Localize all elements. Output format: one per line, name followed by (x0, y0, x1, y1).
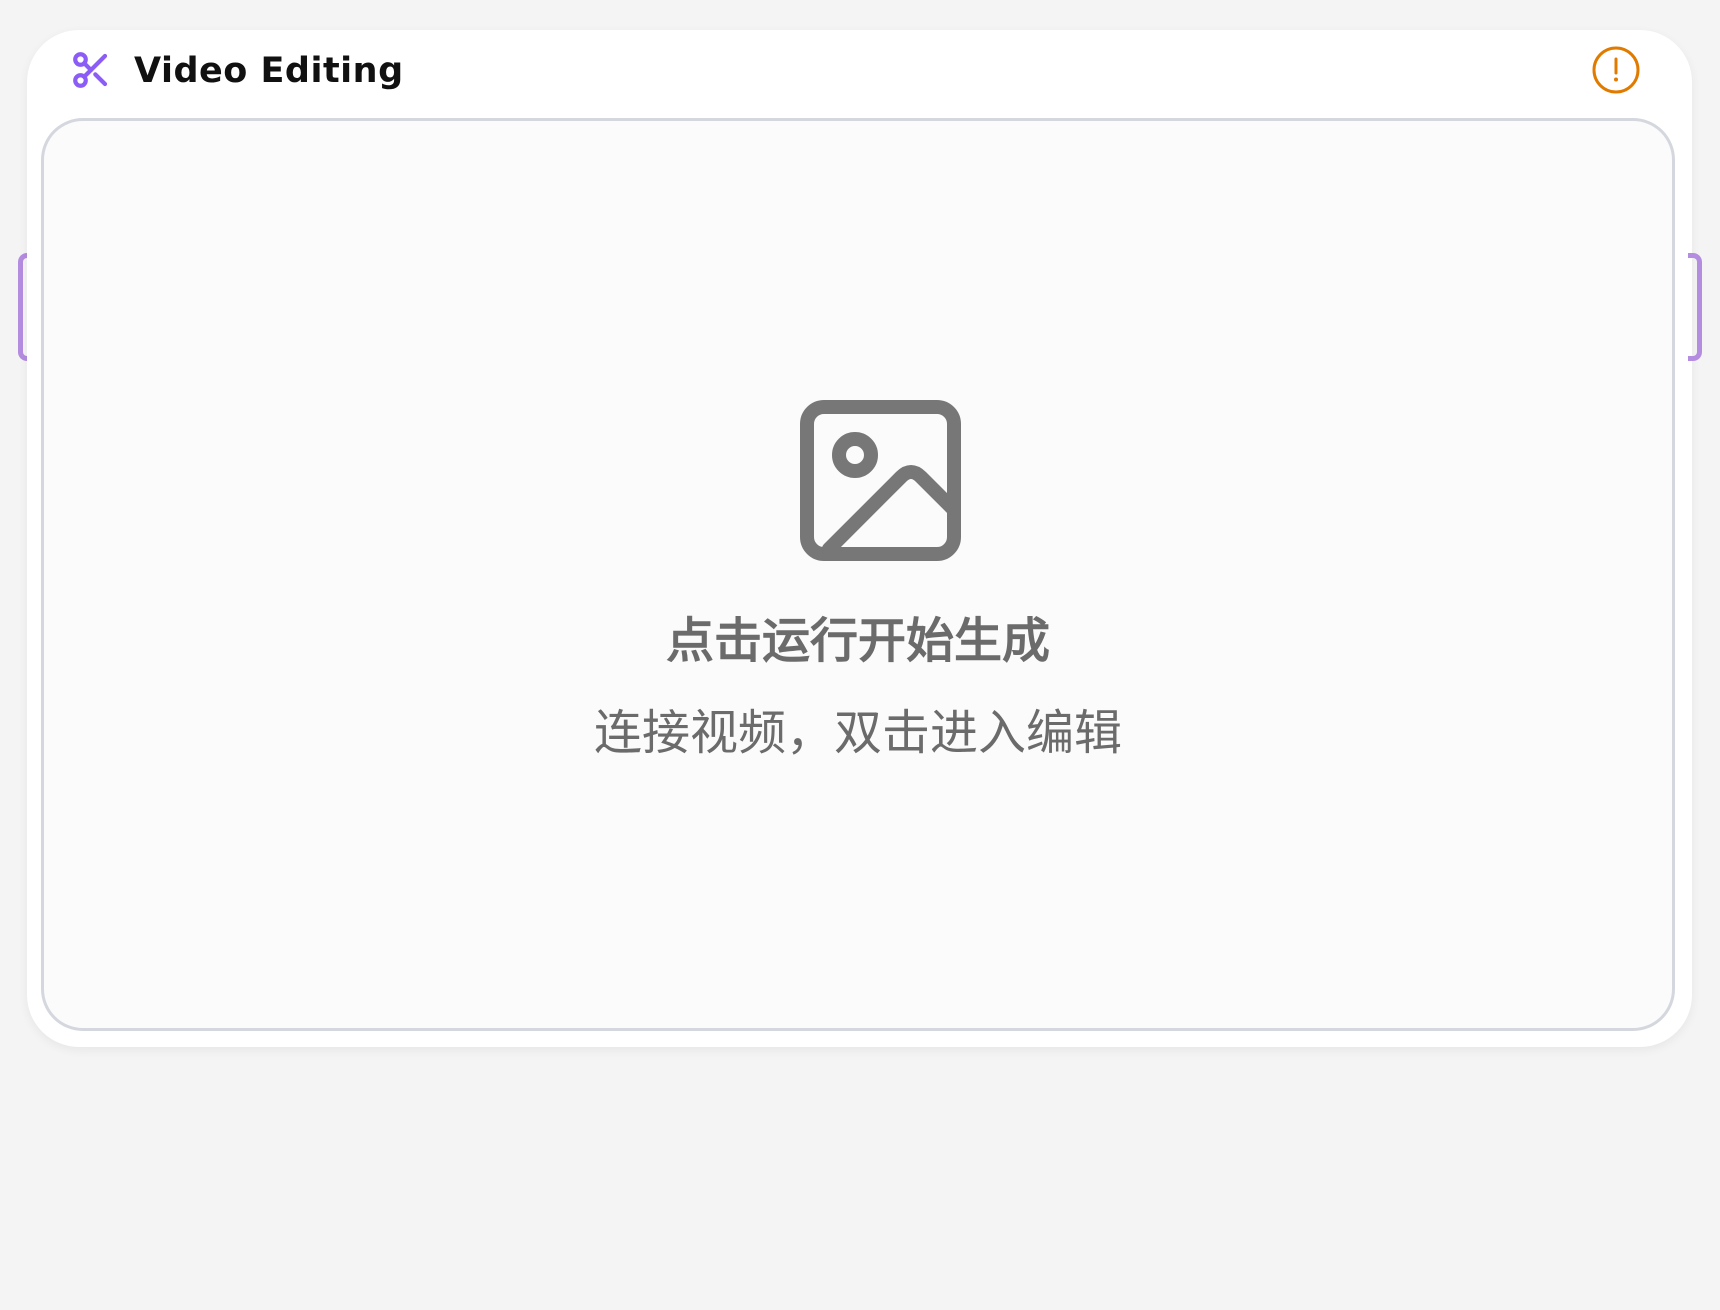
output-connector-handle[interactable] (1688, 253, 1702, 361)
scissors-icon (73, 52, 108, 88)
connect-video-hint: 连接视频，双击进入编辑 (593, 705, 1122, 761)
run-to-generate-hint: 点击运行开始生成 (665, 613, 1050, 669)
video-editing-node[interactable]: Video Editing 点击运行开始生成 连接视频，双击进入编辑 (27, 30, 1692, 1047)
node-header[interactable]: Video Editing (27, 30, 1692, 116)
warning-circle-icon[interactable] (1590, 44, 1642, 96)
node-title: Video Editing (134, 51, 404, 91)
video-preview-area[interactable]: 点击运行开始生成 连接视频，双击进入编辑 (41, 118, 1675, 1031)
image-icon (800, 400, 961, 561)
